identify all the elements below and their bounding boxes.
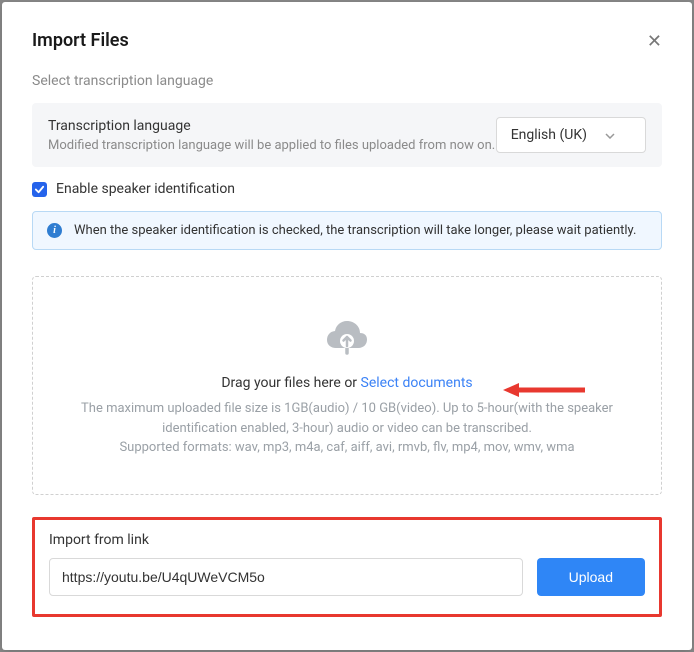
info-icon: i (47, 223, 62, 238)
modal-header: Import Files ✕ (32, 30, 662, 51)
section-subtitle: Select transcription language (32, 73, 662, 89)
modal-title: Import Files (32, 30, 129, 51)
import-row: Upload (49, 558, 645, 596)
language-help-text: Modified transcription language will be … (48, 138, 496, 153)
info-banner: i When the speaker identification is che… (32, 211, 662, 250)
language-description: Transcription language Modified transcri… (48, 118, 496, 153)
import-from-link-section: Import from link Upload (32, 517, 662, 617)
transcription-language-panel: Transcription language Modified transcri… (32, 103, 662, 167)
language-selected-value: English (UK) (511, 127, 587, 143)
language-label: Transcription language (48, 118, 496, 134)
speaker-identification-label: Enable speaker identification (56, 181, 235, 197)
dropzone-prefix: Drag your files here or (221, 375, 360, 391)
import-files-modal: Import Files ✕ Select transcription lang… (2, 2, 692, 650)
dropzone-limits-line1: The maximum uploaded file size is 1GB(au… (53, 399, 641, 438)
info-text: When the speaker identification is check… (74, 223, 636, 238)
import-url-input[interactable] (49, 558, 523, 596)
close-icon: ✕ (647, 31, 662, 51)
dropzone-limits-line2: Supported formats: wav, mp3, m4a, caf, a… (53, 438, 641, 458)
check-icon (34, 184, 45, 195)
select-documents-link[interactable]: Select documents (361, 375, 473, 391)
import-from-link-label: Import from link (49, 532, 645, 548)
file-dropzone[interactable]: Drag your files here or Select documents… (32, 276, 662, 495)
close-button[interactable]: ✕ (647, 32, 662, 50)
language-select[interactable]: English (UK) (496, 117, 646, 153)
speaker-identification-checkbox[interactable] (32, 182, 47, 197)
cloud-upload-icon (324, 317, 370, 361)
speaker-identification-row: Enable speaker identification (32, 181, 662, 197)
chevron-down-icon (605, 128, 615, 142)
upload-button[interactable]: Upload (537, 558, 645, 596)
annotation-arrow-icon (503, 381, 585, 403)
